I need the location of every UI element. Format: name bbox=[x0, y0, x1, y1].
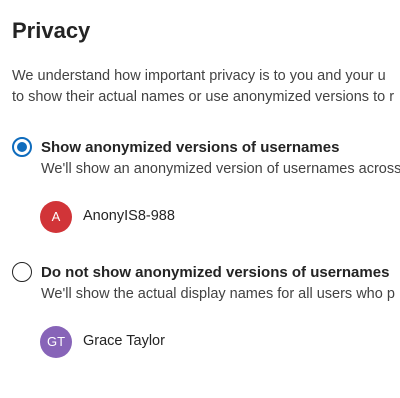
option-label-show-anonymized[interactable]: Show anonymized versions of usernames bbox=[41, 139, 339, 156]
option-description-do-not-show-anonymized: We'll show the actual display names for … bbox=[41, 286, 395, 302]
radio-do-not-show-anonymized[interactable] bbox=[12, 262, 32, 282]
privacy-description-line-2: to show their actual names or use anonym… bbox=[12, 89, 395, 105]
avatar: A bbox=[40, 201, 72, 233]
persona-name: AnonyIS8-988 bbox=[83, 208, 175, 224]
persona-name: Grace Taylor bbox=[83, 333, 165, 349]
avatar: GT bbox=[40, 326, 72, 358]
option-description-show-anonymized: We'll show an anonymized version of user… bbox=[41, 161, 400, 177]
privacy-settings-panel: Privacy We understand how important priv… bbox=[0, 0, 400, 398]
option-label-do-not-show-anonymized[interactable]: Do not show anonymized versions of usern… bbox=[41, 264, 389, 281]
radio-selected-dot bbox=[17, 142, 27, 152]
radio-show-anonymized[interactable] bbox=[12, 137, 32, 157]
page-title: Privacy bbox=[12, 18, 91, 43]
privacy-description-line-1: We understand how important privacy is t… bbox=[12, 68, 386, 84]
